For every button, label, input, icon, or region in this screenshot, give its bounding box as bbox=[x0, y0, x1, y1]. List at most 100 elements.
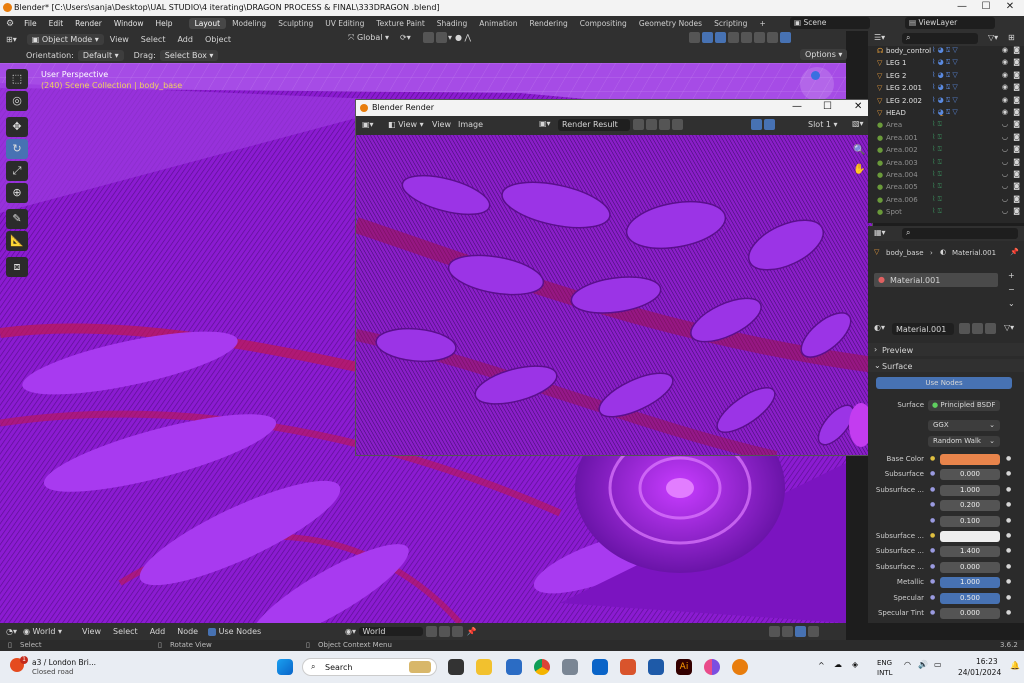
outliner-editor-icon[interactable]: ☰▾ bbox=[874, 33, 885, 42]
camera-icon[interactable]: ◙ bbox=[1013, 182, 1020, 190]
eye-icon[interactable]: ◉ bbox=[1002, 58, 1008, 66]
tab-shading[interactable]: Shading bbox=[431, 18, 473, 29]
taskbar-search[interactable]: ⌕ Search bbox=[302, 658, 437, 676]
render-minimize-icon[interactable]: — bbox=[792, 101, 802, 112]
pan-hand-icon[interactable]: ✋ bbox=[853, 164, 865, 175]
task-view-icon[interactable] bbox=[448, 659, 464, 675]
mode-dropdown[interactable]: ▣ Object Mode ▾ bbox=[26, 33, 104, 45]
socket-icon[interactable]: ● bbox=[930, 609, 935, 616]
material-actions-icons[interactable] bbox=[958, 323, 997, 334]
node-menu-view[interactable]: View bbox=[76, 627, 107, 636]
render-maximize-icon[interactable]: ☐ bbox=[823, 101, 832, 112]
scene-selector[interactable]: ▣ Scene bbox=[790, 17, 870, 29]
node-editor-type-icon[interactable]: ◔▾ bbox=[6, 627, 17, 636]
select-box-tool-icon[interactable]: ⬚ bbox=[6, 69, 28, 89]
shading-rendered-icon[interactable] bbox=[780, 32, 791, 43]
tab-sculpting[interactable]: Sculpting bbox=[272, 18, 319, 29]
outliner-row[interactable]: ● Area.002 ⌇ ⍂ ◡ ◙ bbox=[868, 145, 1024, 157]
camera-icon[interactable]: ◙ bbox=[1013, 96, 1020, 104]
socket-icon[interactable]: ● bbox=[930, 470, 935, 477]
keyframe-dot-icon[interactable]: ● bbox=[1006, 563, 1011, 570]
outliner-row[interactable]: ▽ HEAD 2 ⌇ ◕ ⍂ ▽ ◉ ◙ bbox=[868, 108, 1024, 120]
cursor-tool-icon[interactable]: ◎ bbox=[6, 91, 28, 111]
camera-icon[interactable]: ◙ bbox=[1013, 158, 1020, 166]
world-copy-icon[interactable] bbox=[439, 626, 451, 637]
camera-icon[interactable]: ◙ bbox=[1013, 195, 1020, 203]
add-workspace-button[interactable]: + bbox=[753, 18, 771, 29]
node-gizmo-icon[interactable] bbox=[782, 626, 793, 637]
world-dropdown[interactable]: ◉ World ▾ bbox=[23, 627, 62, 636]
hidden-eye-icon[interactable]: ◡ bbox=[1002, 182, 1008, 190]
illustrator-icon[interactable]: Ai bbox=[676, 659, 692, 675]
eye-icon[interactable]: ◉ bbox=[1002, 108, 1008, 116]
tab-texture-paint[interactable]: Texture Paint bbox=[370, 18, 430, 29]
viewport-menu-object[interactable]: Object bbox=[199, 35, 237, 44]
pivot-icon[interactable]: ⟳▾ bbox=[400, 33, 411, 42]
measure-tool-icon[interactable]: 📐 bbox=[6, 231, 28, 251]
preview-panel[interactable]: › Preview bbox=[868, 343, 1024, 356]
keyframe-dot-icon[interactable]: ● bbox=[1006, 594, 1011, 601]
camera-icon[interactable]: ◙ bbox=[1013, 108, 1020, 116]
tray-chevron-icon[interactable]: ^ bbox=[818, 661, 825, 670]
zoom-icon[interactable]: 🔍 bbox=[853, 145, 865, 156]
camera-icon[interactable]: ◙ bbox=[1013, 170, 1020, 178]
surface-panel[interactable]: ⌄ Surface bbox=[868, 359, 1024, 372]
language-secondary[interactable]: INTL bbox=[877, 669, 892, 677]
app-multicolor-icon[interactable] bbox=[704, 659, 720, 675]
render-menu-view[interactable]: View bbox=[432, 120, 451, 129]
outliner-row[interactable]: ● Spot ⌇ ⍂ ◡ ◙ bbox=[868, 207, 1024, 219]
node-menu-select[interactable]: Select bbox=[107, 627, 144, 636]
viewport-menu-add[interactable]: Add bbox=[171, 35, 199, 44]
property-value-field[interactable]: 0.200 bbox=[940, 500, 1000, 512]
material-copy-icon[interactable] bbox=[972, 323, 983, 334]
socket-icon[interactable]: ● bbox=[930, 594, 935, 601]
tab-compositing[interactable]: Compositing bbox=[574, 18, 633, 29]
tab-animation[interactable]: Animation bbox=[473, 18, 523, 29]
annotate-tool-icon[interactable]: ✎ bbox=[6, 209, 28, 229]
hidden-eye-icon[interactable]: ◡ bbox=[1002, 158, 1008, 166]
menu-window[interactable]: Window bbox=[108, 19, 150, 28]
node-editor-toggles[interactable] bbox=[768, 626, 820, 637]
camera-icon[interactable]: ◙ bbox=[1013, 46, 1020, 54]
menu-render[interactable]: Render bbox=[69, 19, 108, 28]
transform-orientation-dropdown[interactable]: ⤧ Global ▾ bbox=[348, 33, 389, 43]
world-browse-icon[interactable]: ◉▾ bbox=[345, 627, 359, 636]
mail-icon[interactable] bbox=[648, 659, 664, 675]
keyframe-dot-icon[interactable]: ● bbox=[1006, 547, 1011, 554]
socket-icon[interactable]: ● bbox=[930, 486, 935, 493]
image-editor-type-icon[interactable]: ▣▾ bbox=[362, 120, 374, 129]
keyframe-dot-icon[interactable]: ● bbox=[1006, 578, 1011, 585]
wifi-icon[interactable]: ◠ bbox=[904, 660, 911, 669]
hidden-eye-icon[interactable]: ◡ bbox=[1002, 145, 1008, 153]
options-dropdown[interactable]: Options ▾ bbox=[800, 49, 848, 60]
hidden-eye-icon[interactable]: ◡ bbox=[1002, 120, 1008, 128]
outliner-row[interactable]: ☊ body_control ⌇ ◕ ⍂ ▽ ◉ ◙ bbox=[868, 46, 1024, 58]
outliner-row[interactable]: ▽ LEG 2.001 ⌇ ◕ ⍂ ▽ ◉ ◙ bbox=[868, 83, 1024, 95]
new-image-icon[interactable] bbox=[646, 119, 657, 130]
teams-icon[interactable] bbox=[506, 659, 522, 675]
property-value-field[interactable] bbox=[940, 454, 1000, 465]
tray-cloud-icon[interactable]: ☁ bbox=[834, 660, 842, 669]
property-value-field[interactable]: 0.100 bbox=[940, 515, 1000, 527]
add-cube-tool-icon[interactable]: ⧈ bbox=[6, 257, 28, 277]
outlook-icon[interactable] bbox=[592, 659, 608, 675]
outliner-row[interactable]: ▽ LEG 2 ⌇ ◕ ⍂ ▽ ◉ ◙ bbox=[868, 71, 1024, 83]
tab-modeling[interactable]: Modeling bbox=[226, 18, 272, 29]
material-name-field[interactable]: Material.001 bbox=[892, 323, 954, 335]
keyframe-dot-icon[interactable]: ● bbox=[1006, 455, 1011, 462]
shading-solid-icon[interactable] bbox=[754, 32, 765, 43]
node-overlay-menu-icon[interactable] bbox=[808, 626, 819, 637]
menu-edit[interactable]: Edit bbox=[43, 19, 70, 28]
outliner-row[interactable]: ● Area ⌇ ⍂ ◡ ◙ bbox=[868, 120, 1024, 132]
language-primary[interactable]: ENG bbox=[877, 659, 892, 667]
z-axis-icon[interactable] bbox=[811, 71, 820, 80]
viewport-gizmo-toggles[interactable] bbox=[688, 32, 792, 43]
blender-menu-icon[interactable]: ⚙ bbox=[6, 19, 14, 29]
maximize-icon[interactable]: ☐ bbox=[974, 1, 998, 15]
unlink-image-icon[interactable] bbox=[672, 119, 683, 130]
shading-wire-icon[interactable] bbox=[741, 32, 752, 43]
property-value-field[interactable]: 1.000 bbox=[940, 484, 1000, 496]
distribution-dropdown[interactable]: GGX ⌄ bbox=[928, 420, 1000, 431]
socket-icon[interactable]: ● bbox=[930, 501, 935, 508]
clock-date[interactable]: 24/01/2024 bbox=[958, 668, 1001, 677]
